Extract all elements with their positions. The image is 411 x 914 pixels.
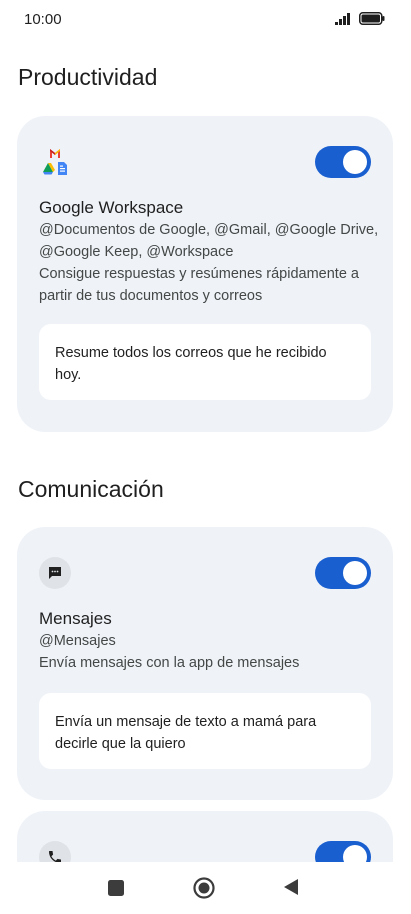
screen: 10:00 Productividad Google Workspace @Do…	[0, 0, 411, 914]
recents-square-icon[interactable]	[108, 880, 124, 901]
extension-description: Consigue respuestas y resúmenes rápidame…	[39, 266, 359, 304]
example-prompt[interactable]: Envía un mensaje de texto a mamá para de…	[39, 693, 371, 769]
section-title-communication: Comunicación	[18, 476, 164, 502]
navigation-bar	[0, 862, 411, 914]
extension-name: Google Workspace	[39, 198, 184, 217]
extension-name: Mensajes	[39, 609, 112, 628]
google-workspace-icon	[39, 146, 71, 178]
icon-circle	[39, 841, 71, 862]
extension-handles: @Mensajes	[39, 633, 116, 649]
home-circle-icon[interactable]	[193, 877, 215, 904]
back-triangle-icon[interactable]	[283, 878, 299, 901]
messages-toggle[interactable]	[315, 557, 371, 589]
card-phone	[17, 811, 393, 862]
phone-toggle[interactable]	[315, 841, 371, 862]
signal-icon	[335, 12, 353, 30]
card-google-workspace: Google Workspace @Documentos de Google, …	[17, 116, 393, 432]
card-messages: Mensajes @Mensajes Envía mensajes con la…	[17, 527, 393, 800]
icon-circle	[39, 557, 71, 589]
message-bubble-icon	[39, 557, 71, 589]
status-bar: 10:00	[0, 0, 411, 40]
status-time: 10:00	[24, 11, 62, 28]
toggle-knob	[343, 561, 367, 585]
extension-handles: @Documentos de Google, @Gmail, @Google D…	[39, 222, 379, 260]
battery-icon	[359, 12, 385, 30]
extensions-list[interactable]: Productividad Google Workspace @Document…	[0, 40, 411, 862]
toggle-knob	[343, 150, 367, 174]
phone-icon	[39, 841, 71, 862]
example-prompt[interactable]: Resume todos los correos que he recibido…	[39, 324, 371, 400]
workspace-toggle[interactable]	[315, 146, 371, 178]
toggle-knob	[343, 845, 367, 862]
extension-description: Envía mensajes con la app de mensajes	[39, 655, 300, 671]
status-icons	[335, 12, 385, 30]
section-title-productivity: Productividad	[18, 64, 158, 90]
